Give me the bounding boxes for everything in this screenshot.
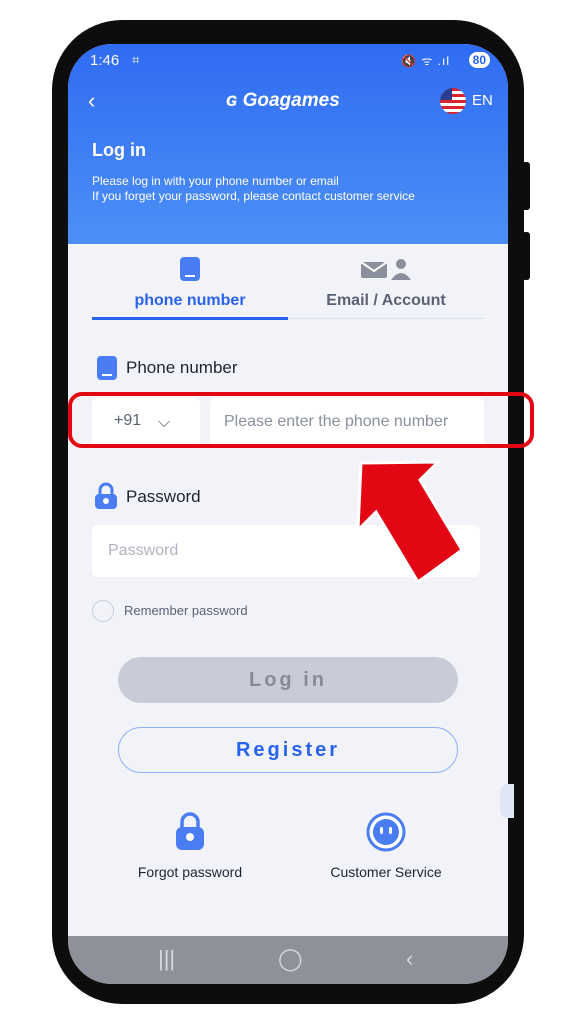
status-bar: 1:46 ⌗ 🔇 ᯤ .ıl 80 [68,44,508,78]
password-label: Password [126,487,201,506]
login-button[interactable]: Log in [118,657,458,703]
login-hint: Please log in with your phone number or … [92,174,339,188]
lock-location-icon [176,812,204,850]
phone-icon [97,356,117,380]
eye-closed-icon[interactable]: ಶ [450,542,458,559]
brand-g-icon: ɢ [226,90,243,111]
back-icon[interactable]: ‹ [88,88,95,114]
app-screen: 1:46 ⌗ 🔇 ᯤ .ıl 80 ‹ ɢ Goagames EN Log in… [68,44,508,984]
tab-label: phone number [134,292,246,309]
tab-active-indicator [92,317,288,320]
highlight-annotation-box [68,392,534,448]
page-title: Log in [92,140,146,160]
forgot-password-label: Forgot password [137,864,243,880]
password-input[interactable] [92,525,480,577]
us-flag-icon[interactable] [440,88,466,114]
tab-label: Email / Account [326,292,446,309]
screenshot-icon: ⌗ [132,52,140,67]
battery-badge: 80 [468,52,490,68]
lock-icon [95,482,117,509]
email-account-icon [360,259,411,280]
floating-service-button[interactable] [500,784,514,818]
remember-password-label: Remember password [124,603,248,618]
brand-logo: ɢ Goagames [226,90,340,111]
signal-icons: 🔇 ᯤ .ıl [401,54,450,68]
phone-icon [180,257,200,281]
side-button [522,162,530,210]
back-nav-icon[interactable]: ‹ [406,946,413,972]
customer-service-icon [366,812,406,852]
header: 1:46 ⌗ 🔇 ᯤ .ıl 80 ‹ ɢ Goagames EN Log in… [68,44,508,244]
phone-number-label: Phone number [126,358,238,377]
password-hint: If you forget your password, please cont… [92,189,415,203]
status-time: 1:46 [90,52,120,69]
system-nav-bar: ||| ◯ ‹ [68,936,508,984]
side-button [522,232,530,280]
customer-service-label: Customer Service [330,864,442,880]
home-icon[interactable]: ◯ [278,946,303,972]
language-selector[interactable]: EN [472,92,493,109]
recents-icon[interactable]: ||| [158,946,175,972]
remember-password-checkbox[interactable] [92,600,114,622]
register-button[interactable]: Register [118,727,458,773]
